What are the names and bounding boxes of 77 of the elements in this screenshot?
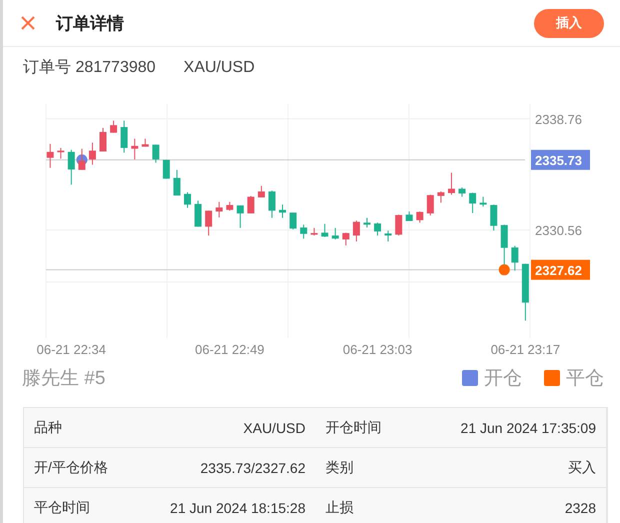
legend-label: 平仓 xyxy=(566,367,604,391)
candlestick xyxy=(426,194,434,216)
candlestick xyxy=(300,224,308,240)
field-label: 品种 xyxy=(34,418,62,436)
y-tick-label: 2335.73 xyxy=(535,152,582,168)
axis-label: 06-21 23:17 xyxy=(490,342,560,357)
candlestick xyxy=(258,185,265,198)
candlestick xyxy=(458,187,466,198)
candlestick xyxy=(162,159,170,180)
axis-label: 2330.56 xyxy=(535,222,582,238)
candlestick xyxy=(364,217,370,228)
field-value: 2335.73/2327.62 xyxy=(200,460,306,476)
field-value: 买入 xyxy=(568,458,596,476)
candlestick xyxy=(332,227,339,240)
candlestick xyxy=(480,196,487,208)
close-icon[interactable] xyxy=(20,15,36,31)
candlestick xyxy=(205,210,212,236)
candlestick xyxy=(131,138,138,160)
candlestick xyxy=(173,169,180,196)
candlestick xyxy=(310,227,318,236)
field-value: XAU/USD xyxy=(243,420,306,436)
legend-label: 开仓 xyxy=(484,367,522,391)
candlestick xyxy=(448,172,455,196)
field-value: 2328 xyxy=(564,500,596,516)
axis-label: 06-21 22:49 xyxy=(195,342,264,357)
candlestick xyxy=(236,204,244,228)
field-label: 止损 xyxy=(326,498,354,516)
candlestick xyxy=(469,192,476,214)
trader-name: 滕先生 #5 xyxy=(22,367,106,391)
candlestick xyxy=(142,138,149,148)
order-number: 订单号 281773980 xyxy=(23,58,156,78)
field-label: 开仓时间 xyxy=(326,418,382,436)
candlestick xyxy=(100,127,106,152)
candlestick xyxy=(226,201,234,212)
price-tag: 2335.73 xyxy=(531,150,590,170)
candlestick xyxy=(78,148,86,170)
candlestick xyxy=(152,144,160,164)
candlestick xyxy=(490,204,498,232)
candlestick xyxy=(68,149,75,186)
candlestick xyxy=(216,201,223,218)
candlestick xyxy=(522,263,529,322)
axis-label: 06-21 22:34 xyxy=(36,342,106,357)
candlestick xyxy=(268,190,276,218)
price-tag: 2327.62 xyxy=(531,260,590,280)
candlestick xyxy=(290,212,297,230)
candlestick xyxy=(395,214,402,236)
dialog-title: 订单详情 xyxy=(56,12,124,34)
close-marker xyxy=(498,264,510,276)
axis-label: 06-21 23:03 xyxy=(342,342,412,357)
candlestick xyxy=(120,120,128,154)
candlestick xyxy=(500,224,508,266)
y-tick-label: 2327.62 xyxy=(535,262,582,278)
field-label: 平仓时间 xyxy=(34,498,90,516)
candlestick xyxy=(406,211,413,222)
field-label: 开/平仓价格 xyxy=(34,458,108,476)
candlestick xyxy=(194,200,202,228)
candlestick xyxy=(88,142,96,166)
candlestick xyxy=(511,245,518,272)
symbol-label: XAU/USD xyxy=(184,58,255,78)
candlestick xyxy=(279,204,286,218)
candlestick xyxy=(247,195,254,214)
candlestick xyxy=(437,190,444,204)
candlestick xyxy=(374,222,382,236)
candlestick xyxy=(110,120,118,134)
field-value: 21 Jun 2024 17:35:09 xyxy=(460,420,596,436)
axis-label: 2338.76 xyxy=(535,112,582,127)
insert-button[interactable]: 插入 xyxy=(534,8,604,38)
candlestick xyxy=(321,223,328,238)
candlestick xyxy=(46,143,54,168)
candlestick xyxy=(416,211,424,224)
candlestick xyxy=(384,230,392,242)
candlestick xyxy=(57,147,64,160)
field-label: 类别 xyxy=(326,458,354,476)
candlestick xyxy=(352,220,360,242)
candlestick xyxy=(342,232,350,246)
candlestick xyxy=(184,192,191,208)
field-value: 21 Jun 2024 18:15:28 xyxy=(170,500,306,516)
